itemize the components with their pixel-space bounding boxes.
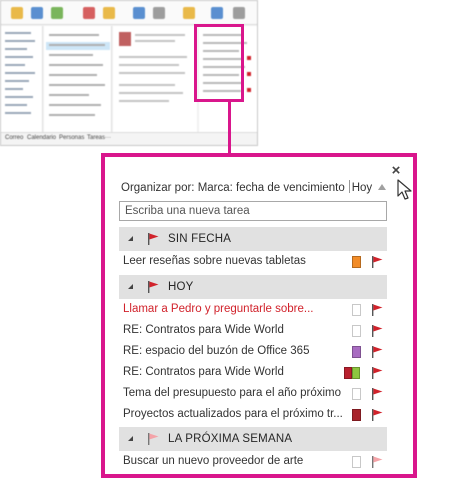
task-item[interactable]: RE: Contratos para Wide World bbox=[119, 320, 387, 342]
category-box-empty[interactable] bbox=[352, 304, 361, 316]
arrange-separator bbox=[348, 180, 350, 193]
nav-item-mail[interactable]: Correo bbox=[5, 135, 23, 141]
category-color-box[interactable] bbox=[344, 367, 352, 379]
new-task-input[interactable] bbox=[119, 201, 387, 221]
arrange-by-label[interactable]: Organizar por: Marca: fecha de vencimien… bbox=[121, 182, 345, 194]
task-title[interactable]: RE: espacio del buzón de Office 365 bbox=[123, 345, 351, 357]
light-flag-icon[interactable] bbox=[370, 455, 384, 469]
category-color-box[interactable] bbox=[352, 346, 361, 358]
collapse-triangle-icon[interactable] bbox=[128, 436, 133, 441]
category-color-box[interactable] bbox=[352, 256, 361, 268]
nav-item-more[interactable]: ··· bbox=[105, 135, 111, 141]
message-list bbox=[44, 26, 112, 132]
red-flag-icon bbox=[148, 281, 159, 293]
reading-pane bbox=[113, 26, 197, 132]
arrange-by-header[interactable]: Organizar por: Marca: fecha de vencimien… bbox=[121, 180, 391, 196]
task-title[interactable]: RE: Contratos para Wide World bbox=[123, 324, 351, 336]
callout-connector bbox=[228, 101, 231, 155]
task-item[interactable]: RE: espacio del buzón de Office 365 bbox=[119, 341, 387, 363]
close-button[interactable]: × bbox=[389, 163, 403, 178]
red-flag-icon[interactable] bbox=[370, 408, 384, 422]
group-title: LA PRÓXIMA SEMANA bbox=[168, 433, 293, 445]
ribbon bbox=[1, 1, 257, 25]
red-flag-icon[interactable] bbox=[370, 324, 384, 338]
collapse-triangle-icon[interactable] bbox=[128, 284, 133, 289]
task-title[interactable]: RE: Contratos para Wide World bbox=[123, 366, 351, 378]
folder-pane bbox=[1, 26, 43, 132]
category-color-box[interactable] bbox=[352, 367, 360, 379]
category-box-empty[interactable] bbox=[352, 325, 361, 337]
task-item[interactable]: Tema del presupuesto para el año próximo bbox=[119, 383, 387, 405]
red-flag-icon[interactable] bbox=[370, 387, 384, 401]
task-title[interactable]: Buscar un nuevo proveedor de arte bbox=[123, 455, 351, 467]
group-header-hoy[interactable]: HOY bbox=[119, 275, 387, 299]
group-header-sin-fecha[interactable]: SIN FECHA bbox=[119, 227, 387, 251]
red-flag-icon[interactable] bbox=[370, 345, 384, 359]
task-item[interactable]: Llamar a Pedro y preguntarle sobre... bbox=[119, 299, 387, 321]
thumbnail-highlight-frame bbox=[194, 24, 244, 102]
light-flag-icon bbox=[148, 433, 159, 445]
task-item[interactable]: Proyectos actualizados para el próximo t… bbox=[119, 404, 387, 426]
red-flag-icon bbox=[148, 233, 159, 245]
sort-ascending-icon[interactable] bbox=[378, 184, 386, 190]
task-item[interactable]: RE: Contratos para Wide World bbox=[119, 362, 387, 384]
task-title[interactable]: Tema del presupuesto para el año próximo bbox=[123, 387, 351, 399]
nav-item-tasks[interactable]: Tareas bbox=[87, 135, 105, 141]
red-flag-icon[interactable] bbox=[370, 255, 384, 269]
task-title[interactable]: Proyectos actualizados para el próximo t… bbox=[123, 408, 351, 420]
group-header-la-proxima-semana[interactable]: LA PRÓXIMA SEMANA bbox=[119, 427, 387, 451]
mouse-cursor-icon bbox=[397, 179, 412, 200]
category-color-box[interactable] bbox=[352, 409, 361, 421]
nav-item-people[interactable]: Personas bbox=[59, 135, 84, 141]
group-title: HOY bbox=[168, 281, 194, 293]
category-box-empty[interactable] bbox=[352, 456, 361, 468]
navigation-bar: Correo Calendario Personas Tareas ··· bbox=[1, 132, 257, 145]
task-title-overdue[interactable]: Llamar a Pedro y preguntarle sobre... bbox=[123, 303, 351, 315]
arrange-by-value[interactable]: Hoy bbox=[352, 182, 372, 194]
task-item[interactable]: Leer reseñas sobre nuevas tabletas bbox=[119, 251, 387, 273]
category-box-empty[interactable] bbox=[352, 388, 361, 400]
collapse-triangle-icon[interactable] bbox=[128, 236, 133, 241]
group-title: SIN FECHA bbox=[168, 233, 232, 245]
task-item[interactable]: Buscar un nuevo proveedor de arte bbox=[119, 451, 387, 473]
red-flag-icon[interactable] bbox=[370, 303, 384, 317]
red-flag-icon[interactable] bbox=[370, 366, 384, 380]
task-title[interactable]: Leer reseñas sobre nuevas tabletas bbox=[123, 255, 351, 267]
nav-item-calendar[interactable]: Calendario bbox=[27, 135, 56, 141]
